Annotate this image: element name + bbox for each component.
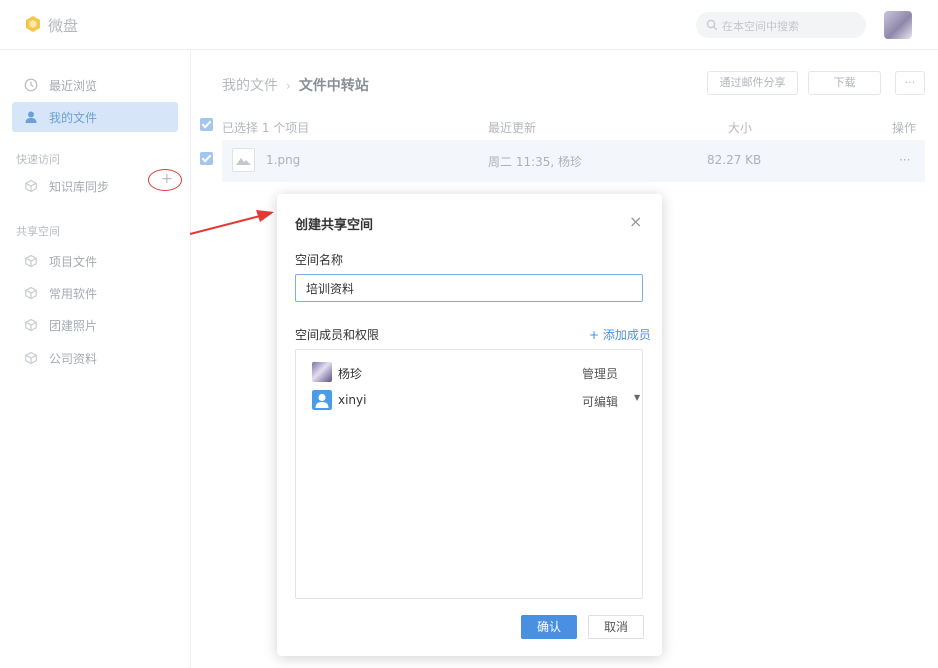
space-name-input[interactable] <box>295 274 643 302</box>
avatar <box>312 362 332 382</box>
file-name[interactable]: 1.png <box>266 153 300 167</box>
sidebar: 最近浏览 我的文件 快速访问 知识库同步 共享空间 + 项目文件 常用软件 团建… <box>0 51 191 668</box>
app-logo-icon <box>26 16 40 32</box>
sidebar-item-shared-company[interactable]: 公司资料 <box>12 343 178 373</box>
members-label: 空间成员和权限 <box>295 328 380 342</box>
user-icon <box>25 111 37 123</box>
sidebar-item-label: 团建照片 <box>49 319 98 333</box>
add-member-button[interactable]: + 添加成员 <box>589 326 651 343</box>
user-avatar[interactable] <box>884 11 912 39</box>
member-role-select[interactable]: 可编辑 <box>582 393 618 410</box>
file-size: 82.27 KB <box>707 153 762 167</box>
cube-icon <box>25 351 37 365</box>
sidebar-item-label: 我的文件 <box>49 111 98 125</box>
confirm-button[interactable]: 确认 <box>521 615 577 639</box>
sidebar-item-label: 常用软件 <box>49 287 98 301</box>
chevron-down-icon[interactable]: ▼ <box>634 393 640 402</box>
app-title: 微盘 <box>48 17 79 35</box>
member-name: xinyi <box>338 393 367 407</box>
row-more-button[interactable]: ··· <box>899 153 910 167</box>
plus-icon: + <box>161 171 173 187</box>
breadcrumb: 我的文件 › 文件中转站 <box>222 75 369 95</box>
cube-icon <box>25 179 37 193</box>
cube-icon <box>25 318 37 332</box>
breadcrumb-current: 文件中转站 <box>298 78 369 94</box>
space-name-label: 空间名称 <box>295 253 344 267</box>
sidebar-item-label: 项目文件 <box>49 255 98 269</box>
shared-space-title: 共享空间 <box>16 225 60 238</box>
file-updated: 周二 11:35, 杨珍 <box>488 155 583 169</box>
image-file-icon <box>232 148 255 172</box>
more-options-button[interactable]: ··· <box>895 71 925 95</box>
share-by-email-button[interactable]: 通过邮件分享 <box>707 71 798 95</box>
select-all-checkbox[interactable] <box>200 118 213 131</box>
action-column-header: 操作 <box>892 121 917 135</box>
clock-icon <box>24 78 38 92</box>
search-placeholder[interactable]: 在本空间中搜索 <box>722 18 799 34</box>
create-shared-space-dialog: 创建共享空间 × 空间名称 空间成员和权限 + 添加成员 杨珍 管理员 xiny… <box>277 194 662 656</box>
cancel-button[interactable]: 取消 <box>588 615 644 639</box>
members-list: 杨珍 管理员 xinyi 可编辑 ▼ <box>295 349 643 599</box>
table-row[interactable]: 1.png 周二 11:35, 杨珍 82.27 KB ··· <box>222 140 925 182</box>
search-icon <box>706 19 718 31</box>
member-role: 管理员 <box>582 367 619 381</box>
sidebar-item-label: 最近浏览 <box>49 79 98 93</box>
sidebar-item-shared-photos[interactable]: 团建照片 <box>12 310 178 340</box>
dialog-title: 创建共享空间 <box>295 218 374 233</box>
top-header: 微盘 在本空间中搜索 <box>0 0 938 50</box>
quick-access-title: 快速访问 <box>16 153 60 166</box>
search-box[interactable]: 在本空间中搜索 <box>696 12 866 38</box>
sidebar-item-label: 知识库同步 <box>49 180 110 194</box>
add-shared-space-button[interactable]: + <box>148 169 182 191</box>
sidebar-item-shared-projects[interactable]: 项目文件 <box>12 246 178 276</box>
sidebar-item-label: 公司资料 <box>49 352 98 366</box>
cube-icon <box>25 254 37 268</box>
sidebar-item-my-files[interactable]: 我的文件 <box>12 102 178 132</box>
row-checkbox[interactable] <box>200 152 213 165</box>
sidebar-item-shared-software[interactable]: 常用软件 <box>12 278 178 308</box>
size-column-header[interactable]: 大小 <box>728 119 752 136</box>
close-icon[interactable]: × <box>629 212 642 231</box>
updated-column-header[interactable]: 最近更新 <box>488 119 536 136</box>
selected-count-header: 已选择 1 个项目 <box>222 121 310 135</box>
member-row: xinyi 可编辑 ▼ <box>312 390 640 412</box>
annotation-arrow <box>189 210 274 235</box>
download-button[interactable]: 下载 <box>808 71 881 95</box>
sidebar-item-recent[interactable]: 最近浏览 <box>12 70 178 100</box>
breadcrumb-parent[interactable]: 我的文件 <box>222 78 278 94</box>
breadcrumb-separator: › <box>286 79 291 93</box>
cube-icon <box>25 286 37 300</box>
member-name: 杨珍 <box>338 367 363 381</box>
member-row: 杨珍 管理员 <box>312 362 632 384</box>
default-avatar-icon <box>312 390 332 410</box>
